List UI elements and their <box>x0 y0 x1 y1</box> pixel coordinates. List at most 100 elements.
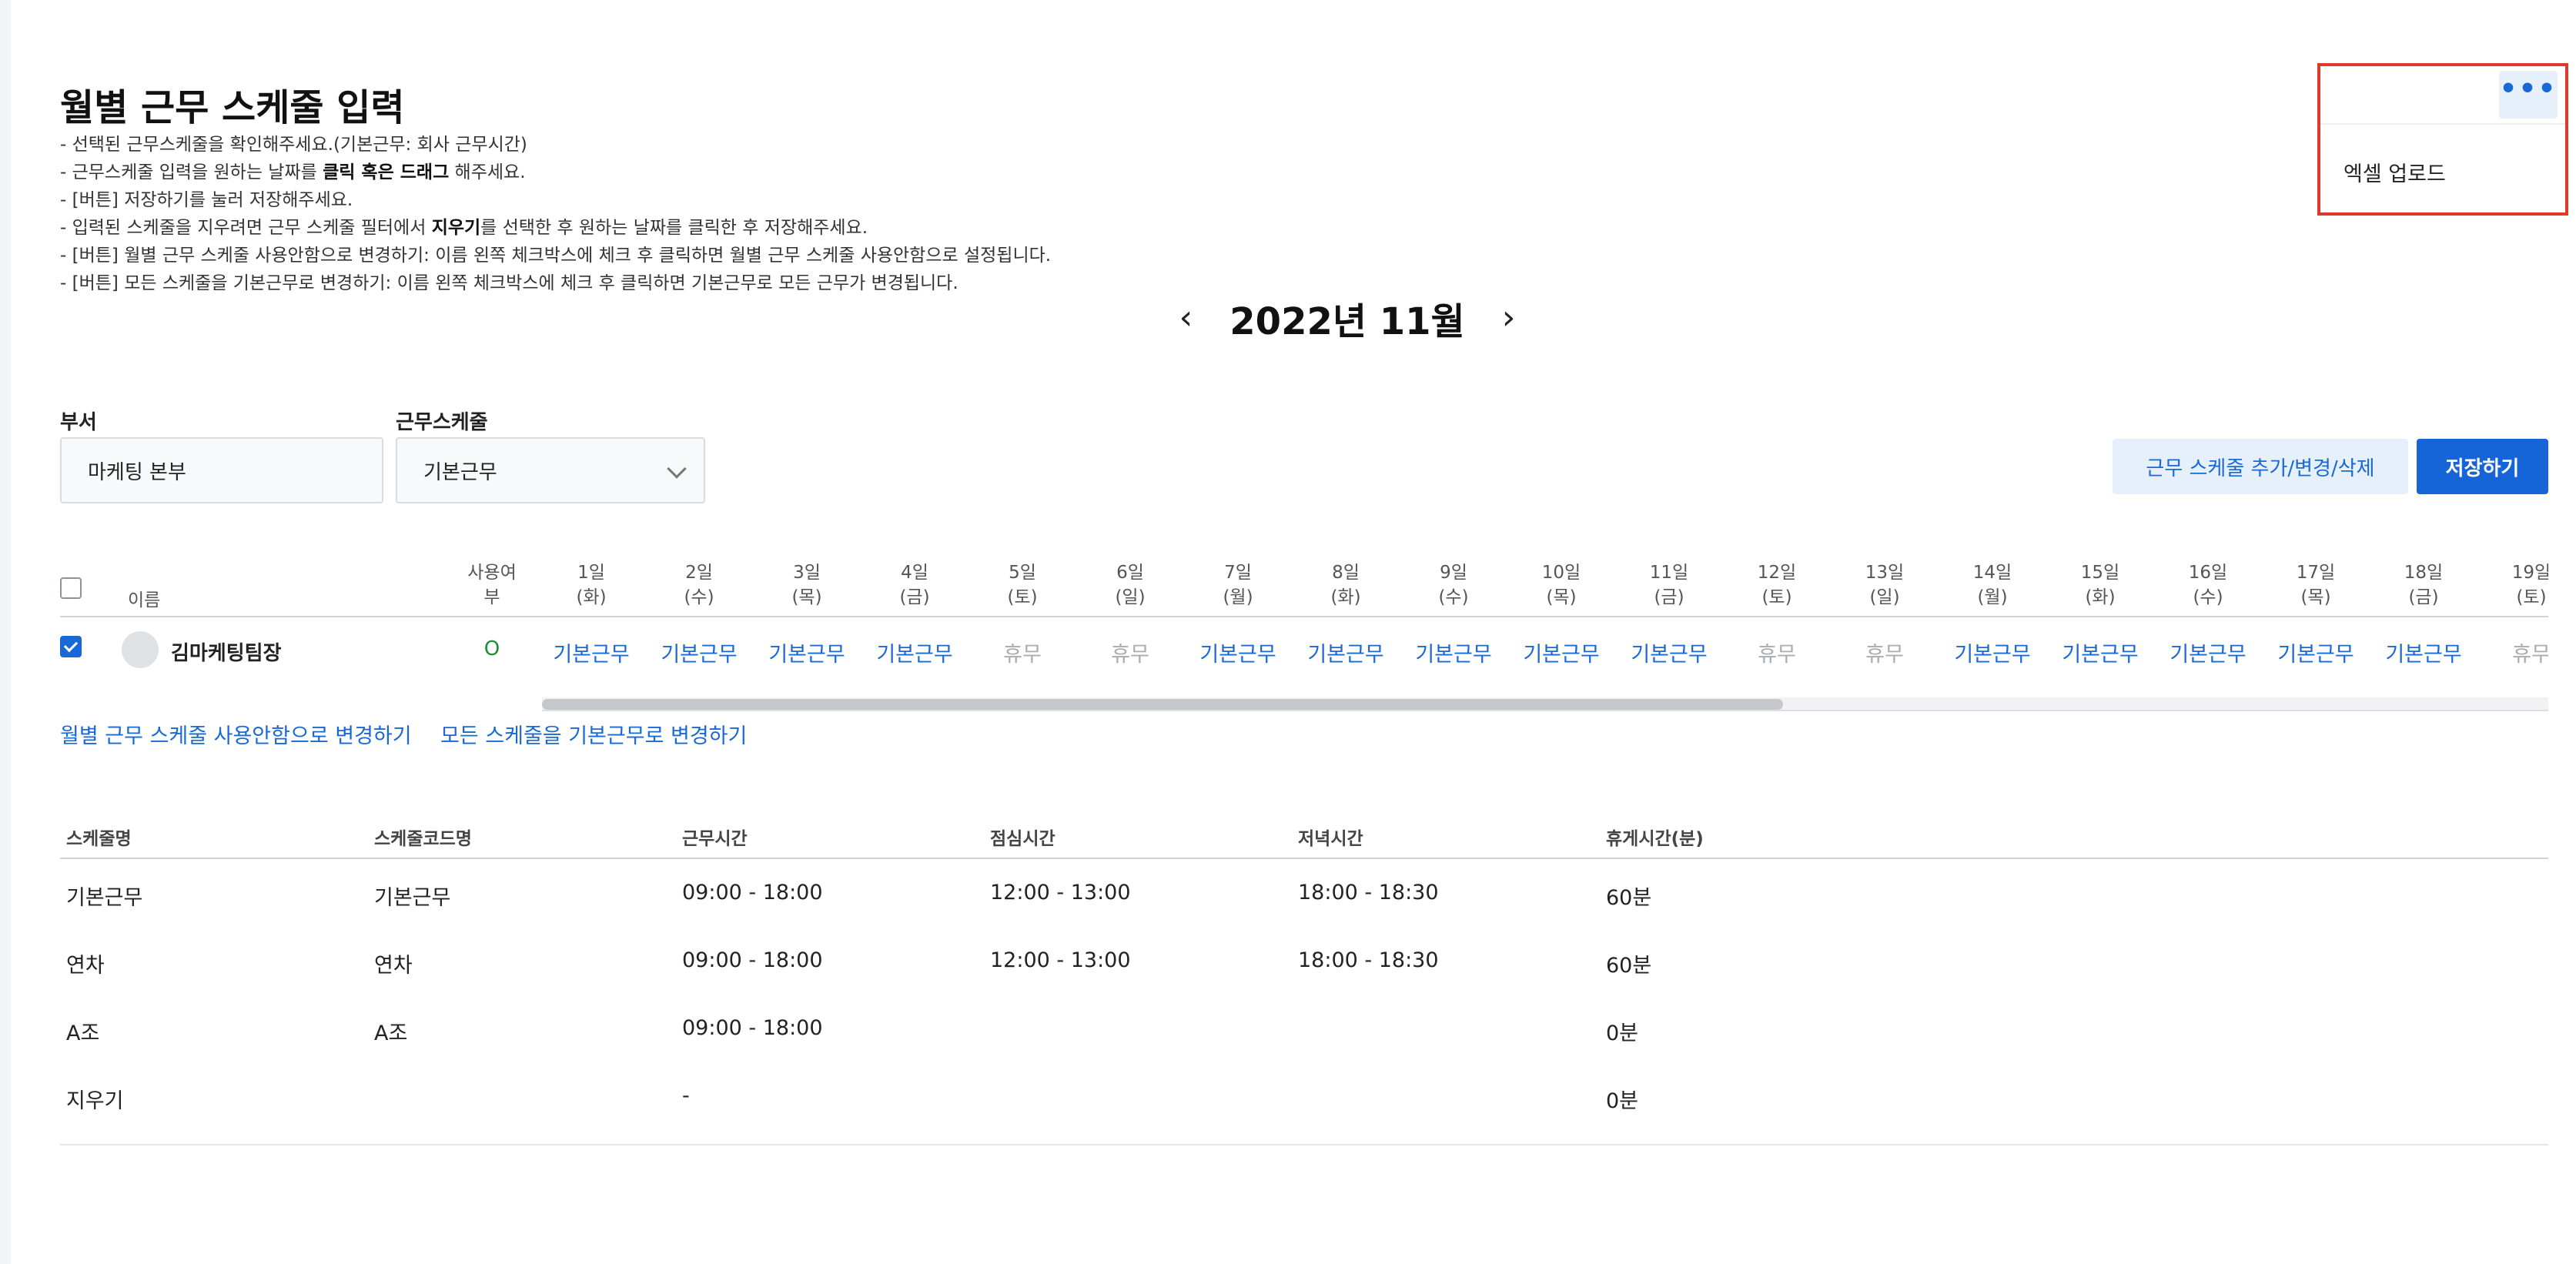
chevron-left-icon[interactable]: ‹ <box>1179 301 1193 335</box>
day-schedule-cell[interactable]: 기본근무 <box>2270 637 2362 667</box>
day-number: 12일 <box>1757 563 1797 583</box>
day-header: 17일 (목) <box>2277 560 2354 610</box>
day-header: 19일 (토) <box>2493 560 2548 610</box>
day-schedule-cell[interactable]: 휴무 <box>1084 637 1176 667</box>
day-weekday: (토) <box>1761 587 1792 607</box>
table-cell: 0분 <box>1606 1022 1639 1045</box>
day-header: 6일 (일) <box>1092 560 1169 610</box>
department-value: 마케팅 본부 <box>88 460 186 484</box>
day-number: 3일 <box>793 563 821 583</box>
day-schedule-cell[interactable]: 휴무 <box>1731 637 1823 667</box>
table-cell: 09:00 - 18:00 <box>682 948 823 972</box>
table-cell: A조 <box>374 1022 408 1045</box>
day-header: 1일 (화) <box>553 560 630 610</box>
instruction-line: - 선택된 근무스케줄을 확인해주세요.(기본근무: 회사 근무시간) <box>60 135 527 155</box>
excel-upload-menu-item[interactable]: 엑셀 업로드 <box>2343 157 2446 187</box>
day-header: 15일 (화) <box>2062 560 2139 610</box>
day-weekday: (금) <box>1654 587 1684 607</box>
day-number: 7일 <box>1224 563 1252 583</box>
table-cell: 18:00 - 18:30 <box>1298 948 1439 972</box>
day-weekday: (목) <box>1546 587 1577 607</box>
day-schedule-cell[interactable]: 기본근무 <box>1192 637 1284 667</box>
day-header: 13일 (일) <box>1846 560 1923 610</box>
table-cell: 기본근무 <box>66 886 143 910</box>
day-schedule-cell[interactable]: 휴무 <box>1838 637 1931 667</box>
schedule-grid: 이름 사용여부 1일 (화) 2일 (수) 3일 (목) 4일 (금) 5일 (토) 6일 (일) 7일… <box>60 554 2548 716</box>
day-number: 2일 <box>685 563 713 583</box>
day-number: 10일 <box>1541 563 1581 583</box>
department-label: 부서 <box>60 411 97 434</box>
horizontal-scrollbar-thumb[interactable] <box>542 699 1783 710</box>
day-number: 13일 <box>1865 563 1905 583</box>
table-bottom-divider <box>60 1144 2548 1145</box>
day-schedule-cell[interactable]: 기본근무 <box>2162 637 2254 667</box>
table-cell: 60분 <box>1606 886 1652 910</box>
day-header: 3일 (목) <box>768 560 845 610</box>
day-schedule-cell[interactable]: 기본근무 <box>1515 637 1607 667</box>
day-number: 11일 <box>1649 563 1689 583</box>
day-header: 18일 (금) <box>2385 560 2462 610</box>
manage-schedule-button[interactable]: 근무 스케줄 추가/변경/삭제 <box>2113 439 2408 494</box>
day-schedule-cell[interactable]: 기본근무 <box>868 637 961 667</box>
table-cell: 기본근무 <box>374 886 451 910</box>
day-weekday: (월) <box>1977 587 2008 607</box>
day-schedule-cell[interactable]: 휴무 <box>976 637 1069 667</box>
header-divider <box>60 616 2548 617</box>
day-weekday: (일) <box>1869 587 1900 607</box>
save-button[interactable]: 저장하기 <box>2417 439 2548 494</box>
day-schedule-cell[interactable]: 기본근무 <box>653 637 745 667</box>
disable-monthly-schedule-link[interactable]: 월별 근무 스케줄 사용안함으로 변경하기 <box>60 719 412 749</box>
day-schedule-cell[interactable]: 기본근무 <box>1300 637 1392 667</box>
day-weekday: (금) <box>899 587 930 607</box>
day-schedule-cell[interactable]: 기본근무 <box>761 637 853 667</box>
day-header: 4일 (금) <box>876 560 953 610</box>
row-checkbox[interactable] <box>60 636 82 657</box>
select-all-checkbox[interactable] <box>60 577 82 599</box>
day-weekday: (목) <box>791 587 822 607</box>
column-header: 저녁시간 <box>1298 829 1363 849</box>
more-options-button[interactable]: ••• <box>2499 71 2558 119</box>
day-header: 7일 (월) <box>1199 560 1276 610</box>
day-number: 6일 <box>1116 563 1144 583</box>
day-number: 19일 <box>2511 563 2548 583</box>
day-header: 9일 (수) <box>1415 560 1492 610</box>
table-cell: 지우기 <box>66 1089 124 1113</box>
column-header: 스케줄명 <box>66 829 132 849</box>
day-number: 4일 <box>901 563 928 583</box>
day-weekday: (토) <box>1007 587 1038 607</box>
avatar <box>122 631 159 668</box>
name-header: 이름 <box>128 590 161 610</box>
instruction-line: - [버튼] 저장하기를 눌러 저장해주세요. <box>60 190 353 210</box>
chevron-down-icon <box>667 459 687 479</box>
day-weekday: (토) <box>2516 587 2547 607</box>
day-weekday: (화) <box>2085 587 2116 607</box>
day-number: 9일 <box>1440 563 1467 583</box>
day-weekday: (수) <box>684 587 714 607</box>
day-weekday: (금) <box>2408 587 2439 607</box>
day-weekday: (수) <box>1438 587 1469 607</box>
day-schedule-cell[interactable]: 기본근무 <box>1407 637 1500 667</box>
day-schedule-cell[interactable]: 기본근무 <box>2377 637 2470 667</box>
day-header: 14일 (월) <box>1954 560 2031 610</box>
current-month: 2022년 11월 <box>1229 300 1465 343</box>
instruction-line: - [버튼] 월별 근무 스케줄 사용안함으로 변경하기: 이름 왼쪽 체크박스… <box>60 246 1052 266</box>
day-schedule-cell[interactable]: 기본근무 <box>1946 637 2039 667</box>
day-schedule-cell[interactable]: 기본근무 <box>545 637 637 667</box>
day-schedule-cell[interactable]: 기본근무 <box>2054 637 2146 667</box>
day-schedule-cell[interactable]: 기본근무 <box>1623 637 1715 667</box>
column-header: 스케줄코드명 <box>374 829 472 849</box>
department-select[interactable]: 마케팅 본부 <box>60 437 383 503</box>
day-weekday: (목) <box>2300 587 2331 607</box>
chevron-right-icon[interactable]: › <box>1502 301 1516 335</box>
table-cell: 12:00 - 13:00 <box>990 948 1131 972</box>
table-cell: A조 <box>66 1022 100 1045</box>
day-weekday: (일) <box>1115 587 1146 607</box>
reset-to-default-link[interactable]: 모든 스케줄을 기본근무로 변경하기 <box>440 719 747 749</box>
employee-name: 김마케팅팀장 <box>171 642 282 665</box>
instruction-line: - 근무스케줄 입력을 원하는 날짜를 클릭 혹은 드래그 해주세요. <box>60 162 526 182</box>
table-cell: 12:00 - 13:00 <box>990 881 1131 905</box>
day-number: 8일 <box>1332 563 1360 583</box>
day-header: 10일 (목) <box>1523 560 1600 610</box>
schedule-filter-select[interactable]: 기본근무 <box>396 437 705 503</box>
day-schedule-cell[interactable]: 휴무 <box>2485 637 2548 667</box>
